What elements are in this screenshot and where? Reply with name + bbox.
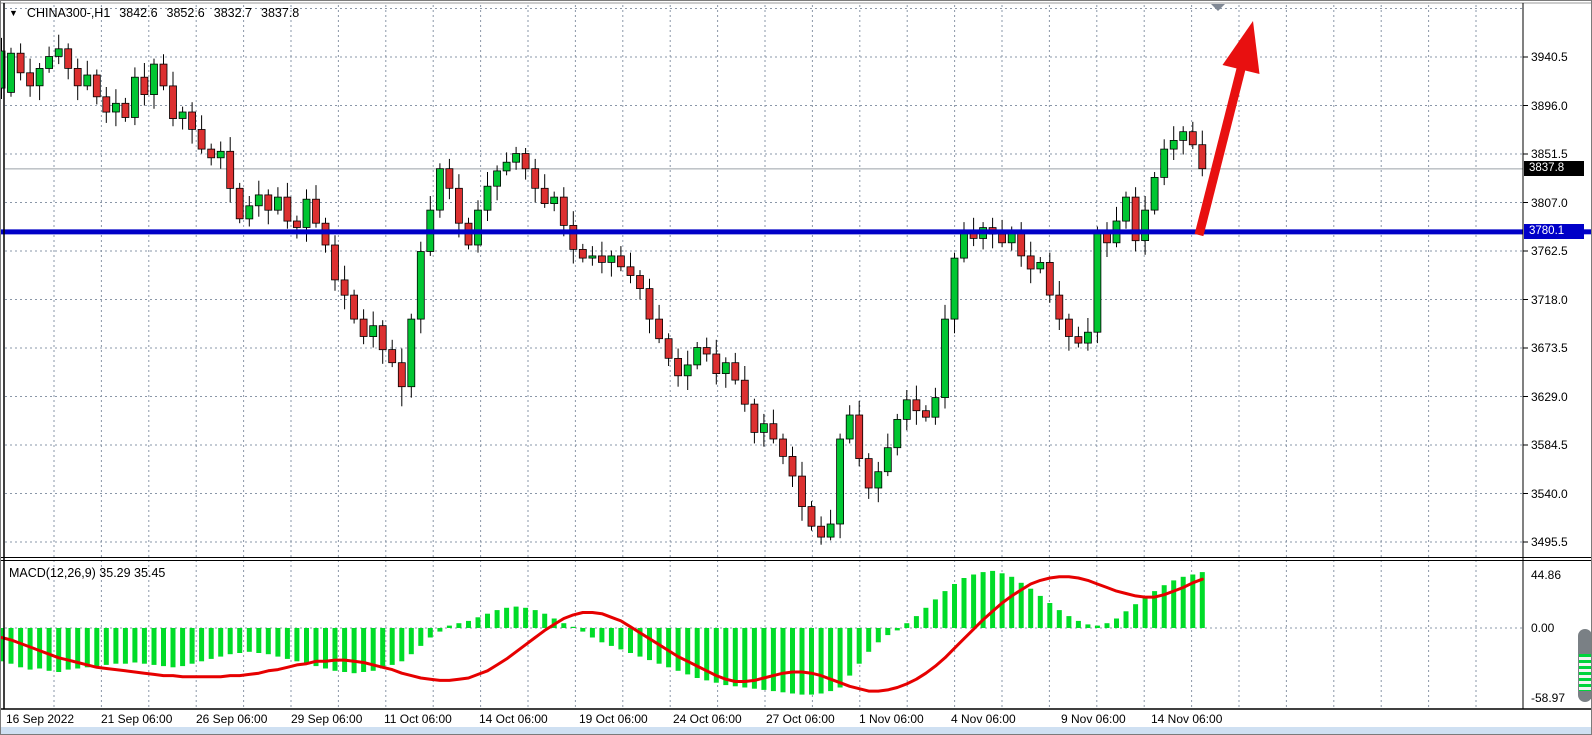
price-axis-label: 3851.5 (1531, 147, 1568, 161)
time-axis-label: 24 Oct 06:00 (673, 712, 742, 726)
quote-high: 3852.6 (167, 6, 205, 20)
quote-low: 3832.7 (214, 6, 252, 20)
price-gridlines (5, 9, 1523, 543)
price-axis-label: 3807.0 (1531, 196, 1568, 210)
window-bottom-edge (1, 727, 1592, 735)
price-axis-label: 3629.0 (1531, 390, 1568, 404)
scrollbar-stripes (1579, 654, 1591, 691)
price-axis-label: 3584.5 (1531, 438, 1568, 452)
quote-close: 3837.8 (261, 6, 299, 20)
time-axis-label: 16 Sep 2022 (6, 712, 74, 726)
time-axis-label: 29 Sep 06:00 (291, 712, 362, 726)
symbol-dropdown-icon[interactable]: ▼ (9, 8, 18, 18)
time-axis-label: 9 Nov 06:00 (1061, 712, 1126, 726)
chart-shift-marker-icon[interactable] (1211, 4, 1225, 11)
symbol-label: CHINA300-,H1 (27, 6, 110, 20)
trading-chart-window: ▼ CHINA300-,H1 3842.6 3852.6 3832.7 3837… (0, 0, 1592, 735)
time-axis-label: 14 Oct 06:00 (479, 712, 548, 726)
chart-header: ▼ CHINA300-,H1 3842.6 3852.6 3832.7 3837… (9, 6, 299, 20)
time-axis-label: 14 Nov 06:00 (1151, 712, 1222, 726)
price-axis-label: 3940.5 (1531, 50, 1568, 64)
quote-open: 3842.6 (119, 6, 157, 20)
time-axis-label: 21 Sep 06:00 (101, 712, 172, 726)
time-axis-label: 26 Sep 06:00 (196, 712, 267, 726)
price-axis-label: 3495.5 (1531, 535, 1568, 549)
price-axis-label: 3896.0 (1531, 99, 1568, 113)
time-axis-label: 27 Oct 06:00 (766, 712, 835, 726)
time-axis-label: 1 Nov 06:00 (859, 712, 924, 726)
macd-indicator-label: MACD(12,26,9) 35.29 35.45 (9, 566, 165, 580)
macd-axis-label: 44.86 (1531, 568, 1561, 582)
price-axis-label: 3762.5 (1531, 244, 1568, 258)
candlestick-chart[interactable] (1, 1, 1592, 735)
macd-axis-label: 0.00 (1531, 621, 1554, 635)
pane-frame (1, 3, 1592, 709)
time-axis-label: 19 Oct 06:00 (579, 712, 648, 726)
price-axis-label: 3540.0 (1531, 487, 1568, 501)
macd-axis-label: -58.97 (1531, 691, 1565, 705)
price-tag: 3780.1 (1524, 224, 1584, 239)
time-axis-label: 11 Oct 06:00 (384, 712, 452, 726)
price-tag: 3837.8 (1524, 161, 1584, 176)
price-axis-label: 3718.0 (1531, 293, 1568, 307)
price-axis-label: 3673.5 (1531, 341, 1568, 355)
time-axis-label: 4 Nov 06:00 (951, 712, 1016, 726)
scrollbar-thumb[interactable] (1578, 629, 1592, 702)
candles-series (1, 35, 1206, 545)
vertical-gridlines (54, 5, 1476, 707)
